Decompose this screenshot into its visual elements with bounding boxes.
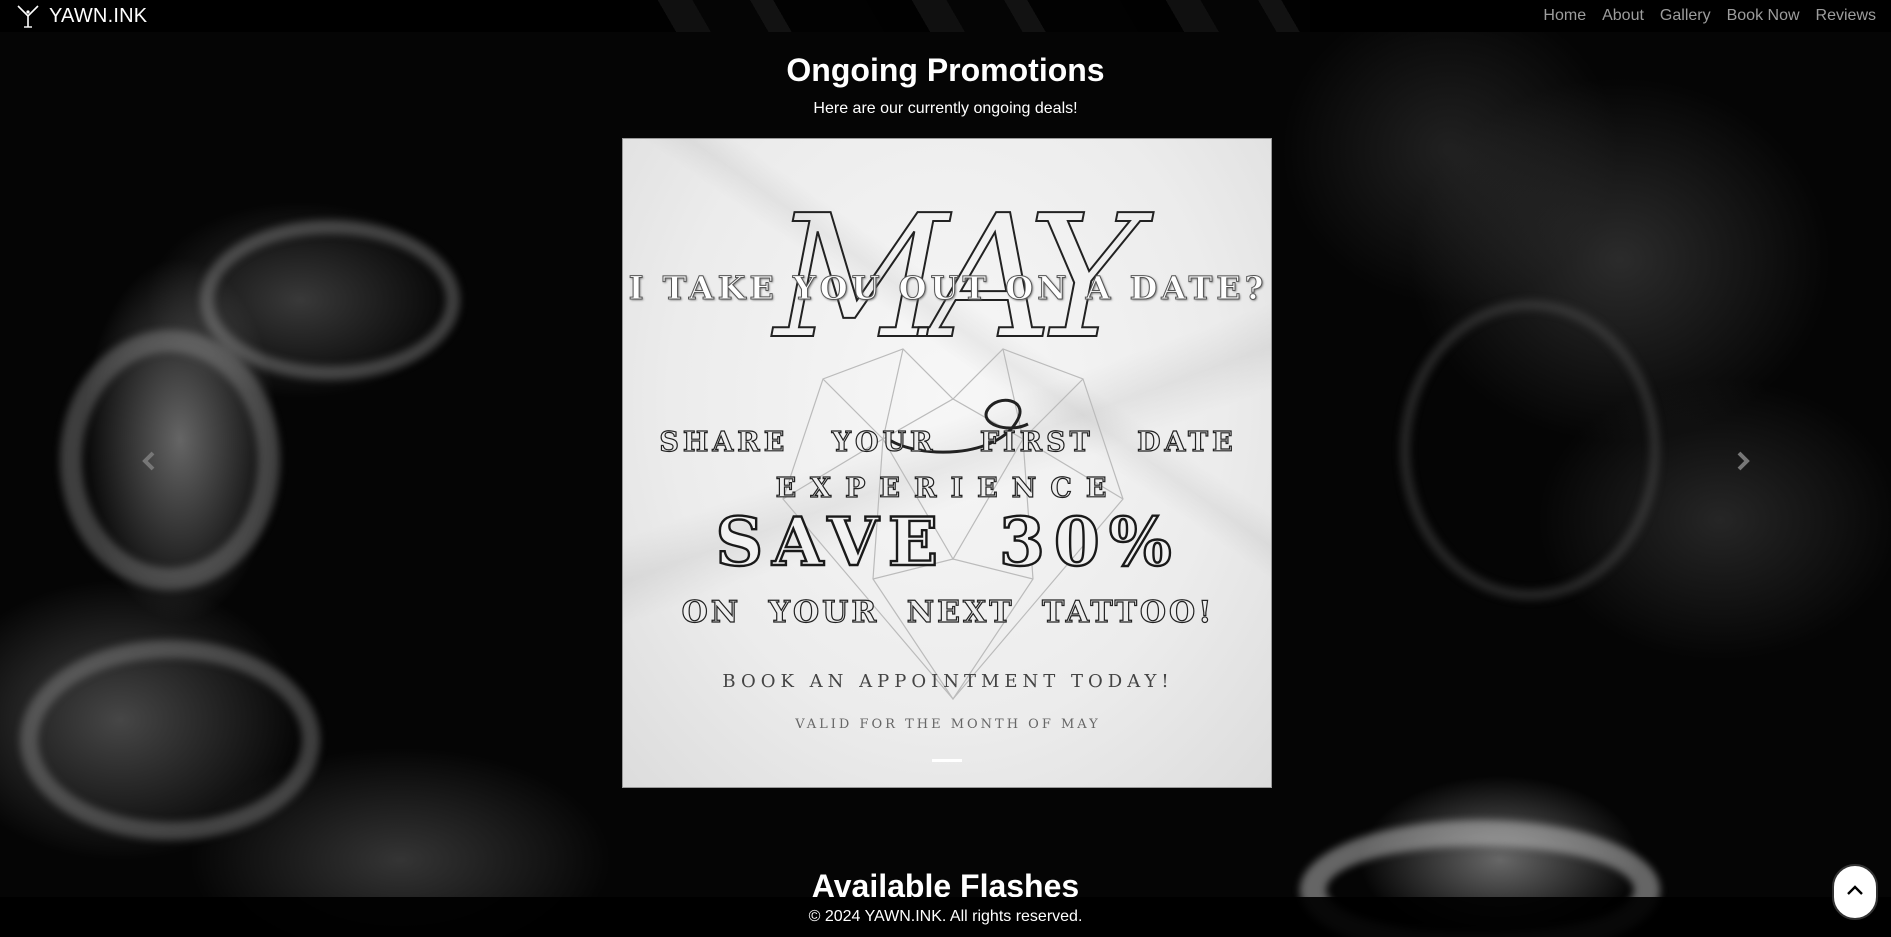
navbar: YAWN.INK Home About Gallery Book Now Rev… (0, 0, 1891, 32)
carousel-next-button[interactable] (1728, 448, 1758, 478)
logo-icon (15, 3, 41, 29)
chevron-up-icon (1846, 883, 1864, 901)
nav-gallery[interactable]: Gallery (1652, 7, 1719, 25)
scroll-to-top-button[interactable] (1832, 864, 1878, 920)
promotions-carousel[interactable]: MAY I TAKE YOU OUT ON A DATE? SHARE YOUR… (622, 138, 1272, 788)
background-swirl (200, 220, 460, 380)
footer: © 2024 YAWN.INK. All rights reserved. (0, 897, 1891, 937)
footer-copyright: © 2024 YAWN.INK. All rights reserved. (808, 908, 1083, 925)
chevron-right-icon (1735, 451, 1751, 476)
promo-line-3: ON YOUR NEXT TATTOO! (681, 594, 1215, 630)
promo-line-2: EXPERIENCE (775, 472, 1121, 504)
nav-about[interactable]: About (1594, 7, 1652, 25)
promotions-title: Ongoing Promotions (786, 52, 1105, 88)
background-swirl (20, 640, 320, 840)
nav-book-now[interactable]: Book Now (1719, 7, 1808, 25)
promo-validity: VALID FOR THE MONTH OF MAY (795, 717, 1101, 732)
nav-links: Home About Gallery Book Now Reviews (1535, 7, 1876, 25)
carousel-prev-button[interactable] (134, 448, 164, 478)
page: YAWN.INK Home About Gallery Book Now Rev… (0, 0, 1891, 937)
promo-line-1: SHARE YOUR FIRST DATE (659, 426, 1237, 458)
promo-overlay-text: I TAKE YOU OUT ON A DATE? (628, 269, 1268, 308)
brand-name: YAWN.INK (49, 4, 148, 27)
promo-cta: BOOK AN APPOINTMENT TODAY! (722, 671, 1174, 692)
background-swirl (60, 330, 280, 590)
brand-link[interactable]: YAWN.INK (15, 3, 147, 29)
nav-home[interactable]: Home (1535, 7, 1594, 25)
background-swirl (1400, 300, 1660, 600)
chevron-left-icon (141, 451, 157, 476)
promo-offer: SAVE 30% (714, 502, 1181, 582)
nav-reviews[interactable]: Reviews (1808, 7, 1876, 25)
promotions-subtitle: Here are our currently ongoing deals! (813, 100, 1078, 117)
carousel-indicator-active[interactable] (932, 759, 962, 762)
